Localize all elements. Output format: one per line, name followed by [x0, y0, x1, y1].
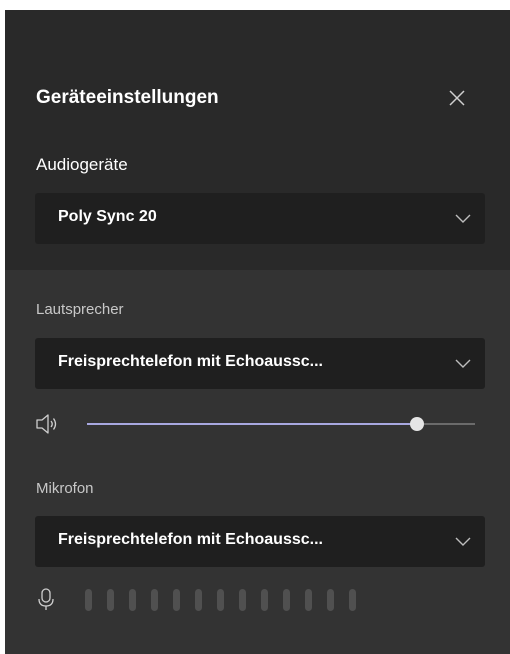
- level-bar: [305, 589, 312, 611]
- volume-slider-fill: [87, 423, 417, 425]
- close-icon: [449, 90, 465, 106]
- level-bar: [349, 589, 356, 611]
- device-settings-panel: Geräteeinstellungen Audiogeräte Poly Syn…: [5, 10, 510, 654]
- volume-slider-thumb[interactable]: [409, 417, 424, 431]
- chevron-down-icon: [455, 359, 471, 368]
- speaker-device-value: Freisprechtelefon mit Echoaussc...: [58, 353, 323, 370]
- audio-device-dropdown[interactable]: Poly Sync 20: [35, 193, 485, 244]
- level-bar: [151, 589, 158, 611]
- close-button[interactable]: [445, 86, 469, 110]
- speaker-dropdown[interactable]: Freisprechtelefon mit Echoaussc...: [35, 338, 485, 389]
- level-bar: [283, 589, 290, 611]
- microphone-level-meter: [85, 589, 356, 611]
- level-bar: [195, 589, 202, 611]
- level-bar: [327, 589, 334, 611]
- audio-devices-label: Audiogeräte: [36, 155, 128, 174]
- microphone-label: Mikrofon: [36, 480, 94, 497]
- level-bar: [129, 589, 136, 611]
- microphone-dropdown[interactable]: Freisprechtelefon mit Echoaussc...: [35, 516, 485, 567]
- microphone-level-row: [37, 586, 487, 614]
- level-bar: [107, 589, 114, 611]
- level-bar: [217, 589, 224, 611]
- microphone-device-value: Freisprechtelefon mit Echoaussc...: [58, 531, 323, 548]
- microphone-icon: [38, 588, 54, 610]
- speaker-icon: [36, 414, 57, 434]
- level-bar: [85, 589, 92, 611]
- speaker-label: Lautsprecher: [36, 301, 124, 318]
- level-bar: [173, 589, 180, 611]
- chevron-down-icon: [455, 214, 471, 223]
- audio-device-value: Poly Sync 20: [58, 208, 157, 225]
- chevron-down-icon: [455, 537, 471, 546]
- level-bar: [261, 589, 268, 611]
- dialog-title: Geräteeinstellungen: [36, 87, 219, 108]
- level-bar: [239, 589, 246, 611]
- speaker-volume-row: [35, 413, 485, 435]
- volume-slider[interactable]: [87, 417, 475, 431]
